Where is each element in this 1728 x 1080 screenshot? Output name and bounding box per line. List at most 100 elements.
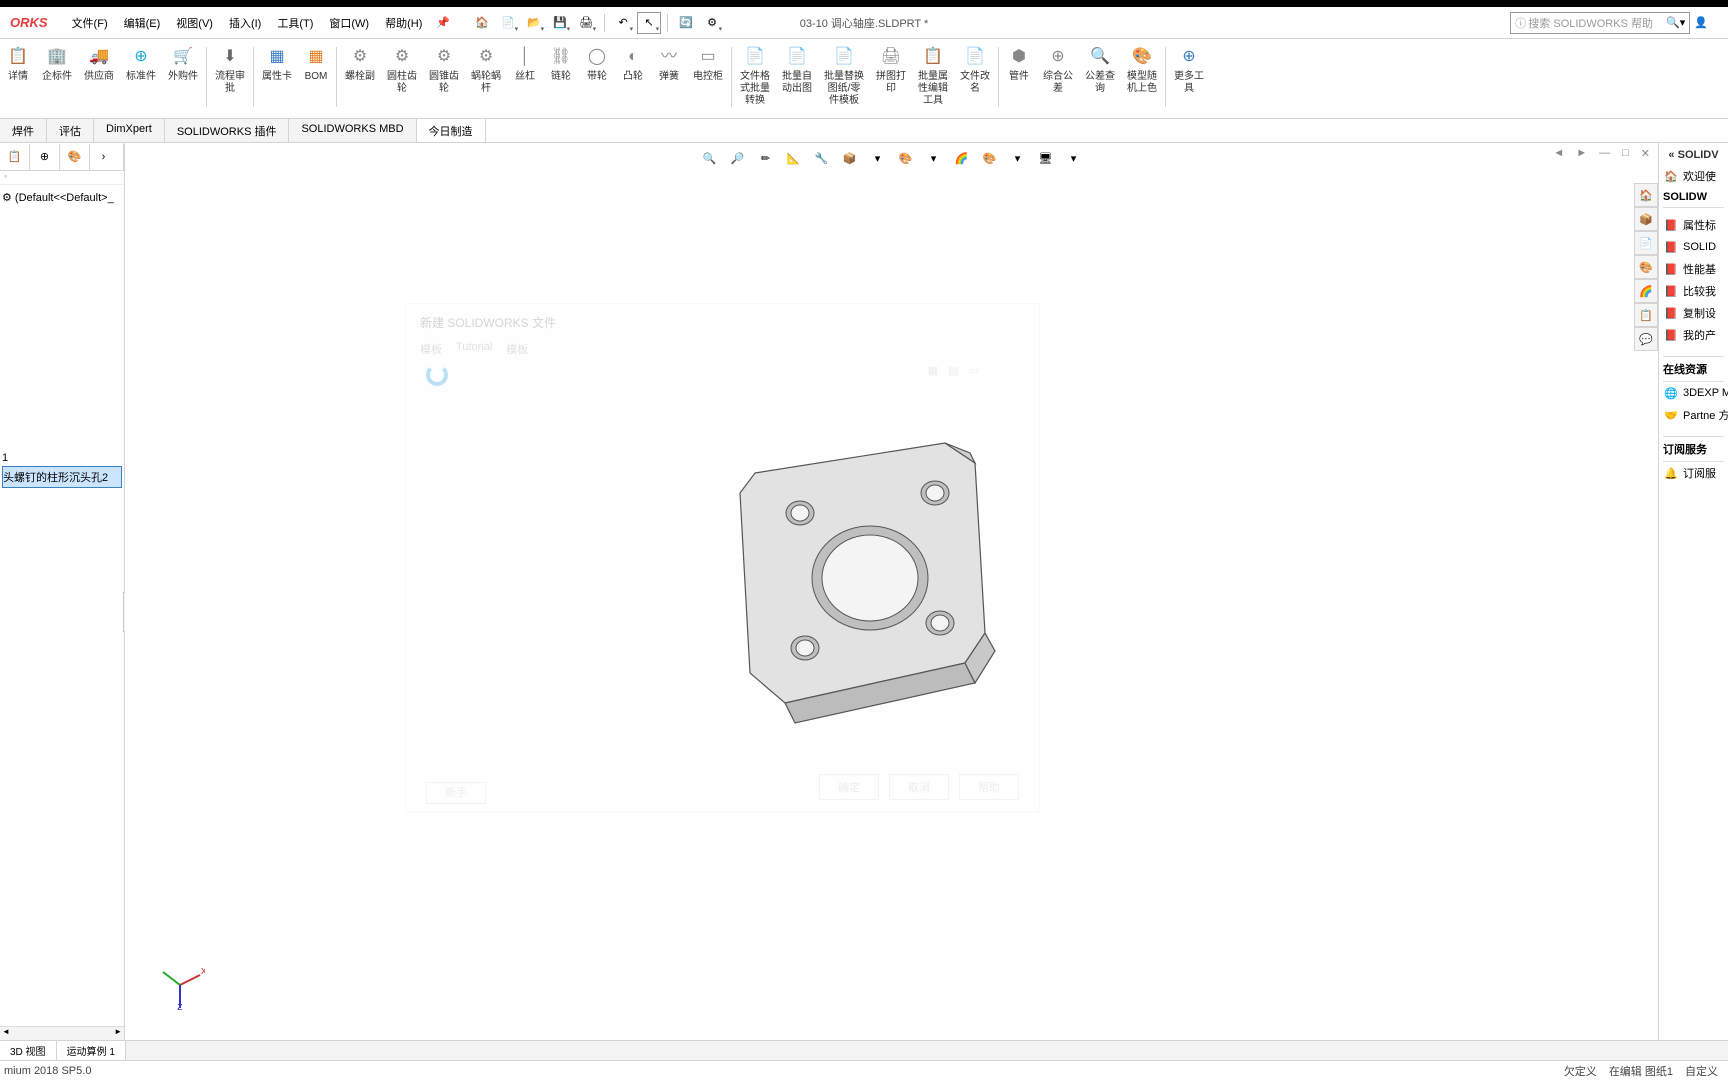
- ribbon-button[interactable]: ⬢管件: [1001, 43, 1037, 113]
- viewport-side-tab[interactable]: 📄: [1634, 231, 1658, 255]
- viewport-window-control[interactable]: □: [1622, 147, 1629, 160]
- command-tab[interactable]: DimXpert: [94, 119, 165, 142]
- ribbon-button[interactable]: ⬇流程审 批: [209, 43, 251, 113]
- ribbon-button[interactable]: 📄文件改 名: [954, 43, 996, 113]
- hud-button[interactable]: 🎨: [894, 147, 918, 169]
- command-tab[interactable]: SOLIDWORKS MBD: [289, 119, 416, 142]
- ribbon-button[interactable]: 📄文件格 式批量 转换: [734, 43, 776, 113]
- ribbon-button[interactable]: 🏢企标件: [36, 43, 78, 113]
- ribbon-button[interactable]: 🛒外购件: [162, 43, 204, 113]
- ft-tab-feature[interactable]: 📋: [0, 144, 30, 170]
- ribbon-button[interactable]: ▦属性卡: [256, 43, 298, 113]
- tree-item-selected[interactable]: 头螺钉的柱形沉头孔2: [2, 466, 122, 488]
- dialog-tab[interactable]: 模板: [420, 341, 442, 357]
- menu-tools[interactable]: 工具(T): [271, 11, 319, 35]
- home-button[interactable]: 🏠: [470, 12, 494, 34]
- print-button[interactable]: 🖨: [574, 12, 598, 34]
- ft-tab-display[interactable]: 🎨: [60, 144, 90, 170]
- save-button[interactable]: 💾: [548, 12, 572, 34]
- viewport-side-tab[interactable]: 🏠: [1634, 183, 1658, 207]
- hud-button[interactable]: 🎨: [978, 147, 1002, 169]
- tree-item[interactable]: 1: [2, 450, 122, 466]
- command-tab[interactable]: 焊件: [0, 119, 47, 142]
- hud-button[interactable]: 🔍: [698, 147, 722, 169]
- hud-button[interactable]: ▾: [866, 147, 890, 169]
- task-pane-item[interactable]: 📕SOLID: [1663, 236, 1724, 258]
- hud-button[interactable]: ▾: [922, 147, 946, 169]
- dialog-cancel-button[interactable]: 取消: [889, 774, 949, 800]
- status-custom[interactable]: 自定义: [1685, 1063, 1718, 1079]
- viewport-window-control[interactable]: —: [1599, 147, 1610, 160]
- tree-scrollbar[interactable]: [0, 1026, 124, 1040]
- ribbon-button[interactable]: 🎨模型随 机上色: [1121, 43, 1163, 113]
- hud-button[interactable]: 🔎: [726, 147, 750, 169]
- viewport-side-tab[interactable]: 💬: [1634, 327, 1658, 351]
- viewport-window-control[interactable]: ◄: [1553, 147, 1564, 160]
- ribbon-button[interactable]: ◐凸轮: [615, 43, 651, 113]
- viewport-side-tab[interactable]: 📦: [1634, 207, 1658, 231]
- task-pane-item[interactable]: 🌐3DEXP Market: [1663, 382, 1724, 404]
- ribbon-button[interactable]: ⚙圆锥齿 轮: [423, 43, 465, 113]
- viewport-side-tab[interactable]: 🎨: [1634, 255, 1658, 279]
- ribbon-button[interactable]: ◯带轮: [579, 43, 615, 113]
- ft-tab-more[interactable]: ›: [90, 144, 124, 170]
- ribbon-button[interactable]: ⛓链轮: [543, 43, 579, 113]
- dialog-tab[interactable]: Tutorial: [456, 341, 492, 357]
- command-tab[interactable]: 今日制造: [417, 119, 486, 142]
- ribbon-button[interactable]: 🚚供应商: [78, 43, 120, 113]
- viewport-window-control[interactable]: ►: [1576, 147, 1587, 160]
- task-pane-item[interactable]: 📕比较我: [1663, 280, 1724, 302]
- command-tab[interactable]: 评估: [47, 119, 94, 142]
- menu-file[interactable]: 文件(F): [66, 11, 114, 35]
- rebuild-button[interactable]: 🔄: [674, 12, 698, 34]
- help-search-input[interactable]: ⓘ 搜索 SOLIDWORKS 帮助 🔍▾: [1510, 12, 1690, 34]
- ribbon-button[interactable]: ⚙蜗轮蜗 杆: [465, 43, 507, 113]
- pin-icon[interactable]: 📌: [436, 16, 450, 29]
- ribbon-button[interactable]: 📋批量属 性编辑 工具: [912, 43, 954, 113]
- view-mode-icon[interactable]: ▦: [928, 364, 938, 377]
- 3d-part-model[interactable]: [695, 423, 1015, 763]
- options-button[interactable]: ⚙: [700, 12, 724, 34]
- hud-button[interactable]: ▾: [1006, 147, 1030, 169]
- viewport-side-tab[interactable]: 🌈: [1634, 279, 1658, 303]
- ribbon-button[interactable]: ⚙螺栓副: [339, 43, 381, 113]
- menu-help[interactable]: 帮助(H): [379, 11, 428, 35]
- ribbon-button[interactable]: ⊕综合公 差: [1037, 43, 1079, 113]
- dialog-novice-button[interactable]: 新手: [426, 782, 486, 804]
- view-tab-3d[interactable]: 3D 视图: [0, 1041, 57, 1060]
- menu-insert[interactable]: 插入(I): [223, 11, 267, 35]
- ribbon-button[interactable]: ▦BOM: [298, 43, 334, 113]
- ribbon-button[interactable]: ⚙圆柱齿 轮: [381, 43, 423, 113]
- user-icon[interactable]: 👤: [1694, 16, 1708, 29]
- dialog-help-button[interactable]: 帮助: [959, 774, 1019, 800]
- orientation-triad-icon[interactable]: x z: [155, 960, 205, 1010]
- menu-view[interactable]: 视图(V): [170, 11, 219, 35]
- view-mode-icon[interactable]: ▤: [948, 364, 958, 377]
- ribbon-button[interactable]: ⊕标准件: [120, 43, 162, 113]
- task-pane-item[interactable]: 🤝Partne 方案): [1663, 404, 1724, 426]
- task-pane-item[interactable]: 📕属性标: [1663, 214, 1724, 236]
- hud-button[interactable]: 📐: [782, 147, 806, 169]
- command-tab[interactable]: SOLIDWORKS 插件: [165, 119, 290, 142]
- dialog-tab[interactable]: 模板: [506, 341, 528, 357]
- task-pane-item[interactable]: 📕复制设: [1663, 302, 1724, 324]
- viewport-side-tab[interactable]: 📋: [1634, 303, 1658, 327]
- dialog-ok-button[interactable]: 确定: [819, 774, 879, 800]
- config-node[interactable]: ⚙ (Default<<Default>_: [2, 189, 122, 206]
- ft-tab-config[interactable]: ⊕: [30, 144, 60, 170]
- ribbon-button[interactable]: ⊕更多工 具: [1168, 43, 1210, 113]
- menu-window[interactable]: 窗口(W): [323, 11, 375, 35]
- undo-button[interactable]: ↶: [611, 12, 635, 34]
- ribbon-button[interactable]: 📄批量自 动出图: [776, 43, 818, 113]
- ribbon-button[interactable]: 📋详情: [0, 43, 36, 113]
- task-welcome[interactable]: 🏠欢迎使: [1663, 165, 1724, 187]
- view-tab-motion[interactable]: 运动算例 1: [57, 1041, 126, 1060]
- hud-button[interactable]: 🔧: [810, 147, 834, 169]
- hud-button[interactable]: 🌈: [950, 147, 974, 169]
- hud-button[interactable]: ✏: [754, 147, 778, 169]
- view-mode-icon[interactable]: ▭: [969, 364, 979, 377]
- hud-button[interactable]: 📦: [838, 147, 862, 169]
- open-button[interactable]: 📂: [522, 12, 546, 34]
- task-pane-item[interactable]: 🔔订阅服: [1663, 462, 1724, 484]
- ribbon-button[interactable]: 🖨拼图打 印: [870, 43, 912, 113]
